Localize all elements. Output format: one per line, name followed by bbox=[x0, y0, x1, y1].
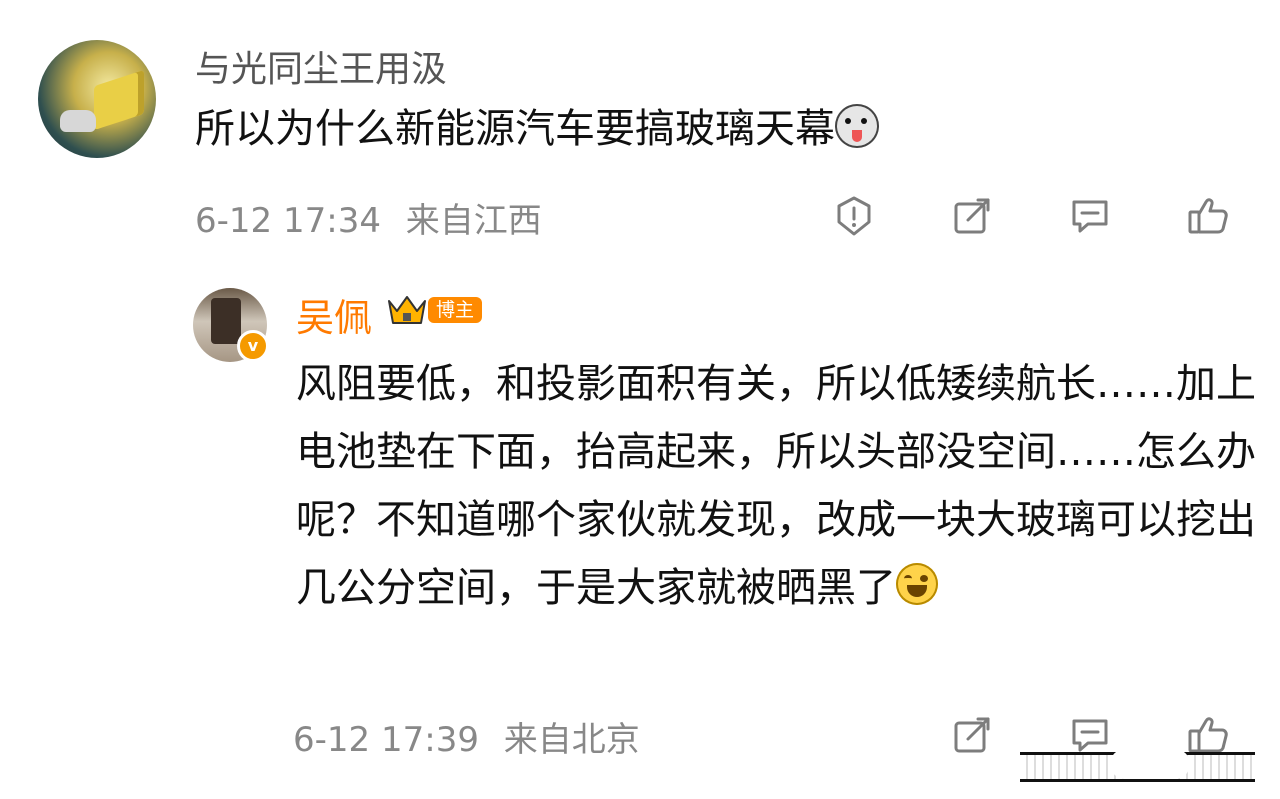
reply-timestamp: 6-12 17:39 bbox=[293, 720, 479, 760]
comment-location: 来自江西 bbox=[405, 201, 542, 241]
reply-comment-icon-svg bbox=[1072, 719, 1108, 752]
thumbs-up-icon-svg bbox=[1188, 198, 1228, 234]
comment-icon[interactable] bbox=[1066, 192, 1114, 240]
comment-icon-svg bbox=[1072, 200, 1108, 233]
comment-timestamp: 6-12 17:34 bbox=[195, 201, 381, 241]
crown-icon-svg bbox=[388, 296, 426, 324]
comment-text-body: 所以为什么新能源汽车要搞玻璃天幕 bbox=[195, 106, 835, 152]
dog-emoji bbox=[835, 104, 879, 148]
share-icon-svg bbox=[954, 198, 990, 234]
avatar-image-book bbox=[94, 69, 144, 131]
avatar-image-figure bbox=[60, 110, 96, 132]
verified-badge-icon: v bbox=[237, 330, 269, 362]
reply-thumbs-up-icon-svg bbox=[1188, 717, 1228, 753]
reply-avatar[interactable]: v bbox=[193, 288, 269, 362]
comment-username[interactable]: 与光同尘王用汲 bbox=[195, 40, 447, 92]
reply-avatar-image bbox=[211, 298, 241, 344]
reply-share-icon-svg bbox=[954, 717, 990, 753]
report-icon-svg bbox=[837, 196, 871, 236]
comment-meta: 6-12 17:34 来自江西 bbox=[195, 193, 542, 242]
blogger-badge: 博主 bbox=[428, 297, 483, 323]
comment-text: 所以为什么新能源汽车要搞玻璃天幕 bbox=[195, 104, 879, 153]
share-icon[interactable] bbox=[948, 192, 996, 240]
reply-share-icon[interactable] bbox=[948, 711, 996, 759]
reply-text: 风阻要低，和投影面积有关，所以低矮续航长……加上电池垫在下面，抬高起来，所以头部… bbox=[296, 350, 1256, 622]
reply-meta: 6-12 17:39 来自北京 bbox=[293, 712, 640, 761]
thumbs-up-icon[interactable] bbox=[1184, 192, 1232, 240]
watermark bbox=[1020, 749, 1255, 782]
avatar[interactable] bbox=[38, 40, 156, 158]
reply-username[interactable]: 吴佩 bbox=[296, 287, 372, 342]
reply-text-body: 风阻要低，和投影面积有关，所以低矮续航长……加上电池垫在下面，抬高起来，所以头部… bbox=[296, 361, 1256, 611]
report-icon[interactable] bbox=[830, 192, 878, 240]
laugh-cry-emoji bbox=[896, 563, 938, 605]
watermark-cutout bbox=[1110, 749, 1190, 779]
reply-location: 来自北京 bbox=[503, 720, 640, 760]
crown-icon bbox=[385, 291, 429, 327]
